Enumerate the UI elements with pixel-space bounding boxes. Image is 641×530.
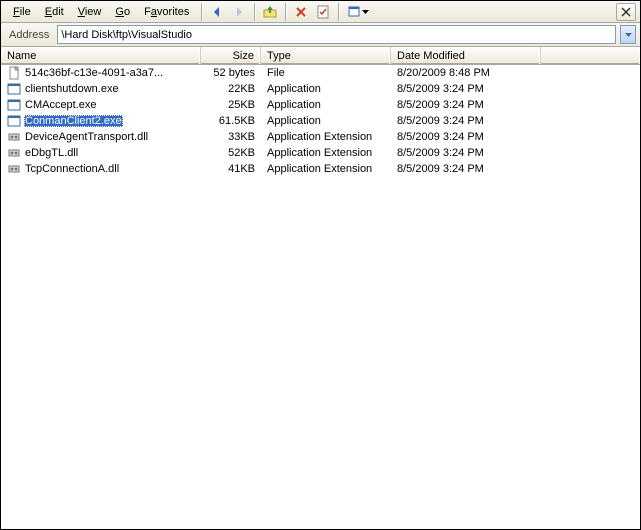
menu-items: File Edit View Go Favorites [5,4,197,20]
file-row[interactable]: clientshutdown.exe 22KBApplication8/5/200… [1,81,640,97]
file-size: 41KB [201,163,261,175]
menu-view[interactable]: View [72,4,108,20]
file-name: CMAccept.exe [24,99,98,111]
file-type: File [261,67,391,79]
file-icon [7,146,21,160]
divider [201,3,202,21]
file-size: 52 bytes [201,67,261,79]
header-type[interactable]: Type [261,47,391,64]
arrow-right-icon [232,5,246,19]
file-name: 514c36bf-c13e-4091-a3a7... [24,67,164,79]
arrow-left-icon [210,5,224,19]
x-icon [294,5,308,19]
file-row[interactable]: ConmanClient2.exe 61.5KBApplication8/5/20… [1,113,640,129]
file-type: Application Extension [261,131,391,143]
header-date[interactable]: Date Modified [391,47,541,64]
file-date: 8/5/2009 3:24 PM [391,83,541,95]
folder-up-icon [263,5,277,19]
divider [338,3,339,21]
file-size: 61.5KB [201,115,261,127]
close-button[interactable] [616,3,636,21]
file-date: 8/5/2009 3:24 PM [391,115,541,127]
check-sheet-icon [316,5,330,19]
file-date: 8/5/2009 3:24 PM [391,147,541,159]
file-date: 8/5/2009 3:24 PM [391,131,541,143]
file-icon [7,82,21,96]
file-icon [7,114,21,128]
divider [285,3,286,21]
file-date: 8/5/2009 3:24 PM [391,99,541,111]
file-type: Application [261,99,391,111]
window-icon [348,5,362,19]
file-icon [7,130,21,144]
file-size: 52KB [201,147,261,159]
file-name: clientshutdown.exe [24,83,120,95]
file-type: Application [261,115,391,127]
menu-favorites[interactable]: Favorites [138,4,195,20]
address-input[interactable] [57,25,616,44]
close-icon [621,7,631,17]
column-headers: Name Size Type Date Modified [1,47,640,65]
file-name: eDbgTL.dll [24,147,79,159]
file-row[interactable]: DeviceAgentTransport.dll 33KBApplication … [1,129,640,145]
file-row[interactable]: TcpConnectionA.dll 41KBApplication Extens… [1,161,640,177]
properties-button[interactable] [312,2,334,22]
chevron-down-icon [362,10,369,14]
file-size: 33KB [201,131,261,143]
views-button[interactable] [343,2,373,22]
header-spacer [541,47,640,64]
file-icon [7,66,21,80]
menu-edit[interactable]: Edit [39,4,70,20]
file-name: ConmanClient2.exe [24,115,123,127]
file-type: Application Extension [261,147,391,159]
address-label: Address [5,29,53,41]
menu-go[interactable]: Go [109,4,136,20]
file-name: DeviceAgentTransport.dll [24,131,149,143]
nav-group [206,2,250,22]
address-dropdown[interactable] [620,25,636,44]
file-list[interactable]: 514c36bf-c13e-4091-a3a7...52 bytesFile8/… [1,65,640,529]
back-button[interactable] [206,2,228,22]
addressbar: Address [1,23,640,47]
file-icon [7,98,21,112]
chevron-down-icon [625,33,632,37]
delete-button[interactable] [290,2,312,22]
divider [254,3,255,21]
file-row[interactable]: CMAccept.exe 25KBApplication8/5/2009 3:24… [1,97,640,113]
file-size: 22KB [201,83,261,95]
file-type: Application Extension [261,163,391,175]
menu-file[interactable]: File [7,4,37,20]
file-icon [7,162,21,176]
file-row[interactable]: eDbgTL.dll 52KBApplication Extension8/5/2… [1,145,640,161]
file-name: TcpConnectionA.dll [24,163,120,175]
file-date: 8/20/2009 8:48 PM [391,67,541,79]
forward-button[interactable] [228,2,250,22]
file-row[interactable]: 514c36bf-c13e-4091-a3a7... 52 bytesFile8/… [1,65,640,81]
header-name[interactable]: Name [1,47,201,64]
file-size: 25KB [201,99,261,111]
file-date: 8/5/2009 3:24 PM [391,163,541,175]
up-button[interactable] [259,2,281,22]
file-type: Application [261,83,391,95]
header-size[interactable]: Size [201,47,261,64]
menubar: File Edit View Go Favorites [1,1,640,23]
